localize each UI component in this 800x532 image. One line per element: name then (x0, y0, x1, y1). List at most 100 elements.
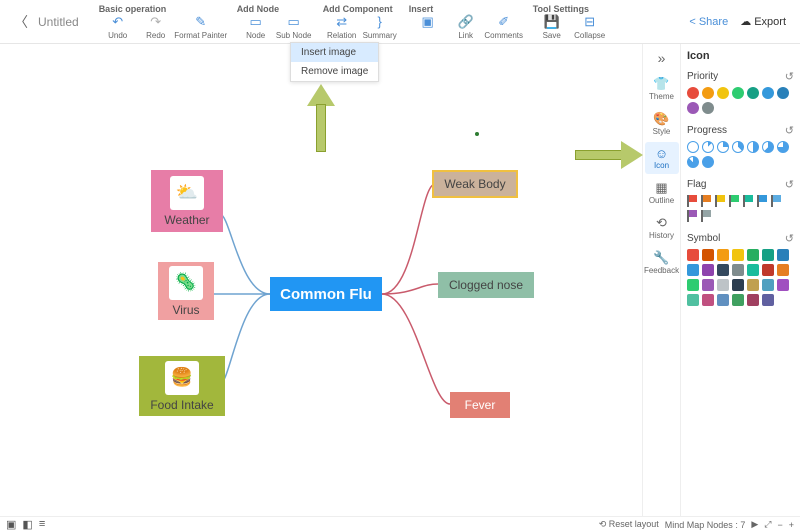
symbol-swatch[interactable] (717, 294, 729, 306)
node-virus[interactable]: 🦠 Virus (158, 262, 214, 320)
progress-swatch[interactable] (702, 141, 714, 153)
symbol-swatch[interactable] (747, 264, 759, 276)
symbol-swatch[interactable] (732, 279, 744, 291)
symbol-swatch[interactable] (687, 249, 699, 261)
priority-swatch[interactable] (747, 87, 759, 99)
mindmap-canvas[interactable]: Common Flu ⛅ Weather 🦠 Virus 🍔 Food Inta… (0, 44, 642, 516)
tab-feedback[interactable]: 🔧Feedback (645, 246, 679, 279)
symbol-swatch[interactable] (717, 264, 729, 276)
reset-symbol-button[interactable]: ↺ (785, 232, 794, 245)
tab-outline[interactable]: ▦Outline (645, 176, 679, 209)
reset-layout-button[interactable]: ⟲ Reset layout (599, 519, 659, 530)
flag-swatch[interactable] (687, 210, 698, 222)
priority-swatch[interactable] (732, 87, 744, 99)
progress-swatch[interactable] (702, 156, 714, 168)
main-area: Common Flu ⛅ Weather 🦠 Virus 🍔 Food Inta… (0, 44, 800, 516)
collapse-panel-button[interactable]: » (658, 50, 666, 66)
view-mode-2-button[interactable]: ◧ (22, 518, 32, 531)
menu-item-remove-image[interactable]: Remove image (291, 62, 378, 81)
progress-swatch[interactable] (732, 141, 744, 153)
priority-swatch[interactable] (702, 102, 714, 114)
symbol-swatch[interactable] (717, 249, 729, 261)
undo-button[interactable]: ↶Undo (99, 15, 137, 40)
symbol-swatch[interactable] (762, 294, 774, 306)
export-button[interactable]: ☁Export (734, 15, 792, 28)
redo-button[interactable]: ↷Redo (137, 15, 175, 40)
format-painter-button[interactable]: ✎Format Painter (175, 15, 227, 40)
flag-swatch[interactable] (757, 195, 768, 207)
summary-button[interactable]: }Summary (361, 15, 399, 40)
symbol-swatch[interactable] (747, 294, 759, 306)
tab-history[interactable]: ⟲History (645, 211, 679, 244)
back-button[interactable]: 〈 (8, 12, 34, 32)
flag-swatch[interactable] (687, 195, 698, 207)
symbol-swatch[interactable] (747, 279, 759, 291)
priority-swatch[interactable] (687, 102, 699, 114)
symbol-swatch[interactable] (687, 264, 699, 276)
tab-theme[interactable]: 👕Theme (645, 72, 679, 105)
node-food-intake[interactable]: 🍔 Food Intake (139, 356, 225, 416)
symbol-swatch[interactable] (687, 294, 699, 306)
priority-swatch[interactable] (687, 87, 699, 99)
symbol-swatch[interactable] (777, 264, 789, 276)
priority-swatch[interactable] (762, 87, 774, 99)
view-mode-1-button[interactable]: ▣ (6, 518, 16, 531)
insert-image-button[interactable]: ▣. (409, 15, 447, 40)
flag-swatch[interactable] (743, 195, 754, 207)
priority-swatch[interactable] (777, 87, 789, 99)
progress-swatch[interactable] (777, 141, 789, 153)
progress-swatch[interactable] (687, 156, 699, 168)
insert-link-button[interactable]: 🔗Link (447, 15, 485, 40)
zoom-fit-button[interactable]: ⤢ (764, 519, 771, 530)
view-mode-3-button[interactable]: ≡ (39, 518, 45, 531)
tab-style[interactable]: 🎨Style (645, 107, 679, 140)
flag-swatch[interactable] (701, 195, 712, 207)
add-node-button[interactable]: ▭Node (237, 15, 275, 40)
symbol-swatch[interactable] (732, 294, 744, 306)
flag-swatch[interactable] (729, 195, 740, 207)
add-subnode-button[interactable]: ▭Sub Node (275, 15, 313, 40)
reset-progress-button[interactable]: ↺ (785, 124, 794, 137)
reset-priority-button[interactable]: ↺ (785, 70, 794, 83)
menu-item-insert-image[interactable]: Insert image (291, 43, 378, 62)
save-button[interactable]: 💾Save (533, 15, 571, 40)
node-weak-body[interactable]: Weak Body (432, 170, 518, 198)
collapse-button[interactable]: ⊟Collapse (571, 15, 609, 40)
node-fever[interactable]: Fever (450, 392, 510, 418)
node-weather[interactable]: ⛅ Weather (151, 170, 223, 232)
symbol-swatch[interactable] (732, 249, 744, 261)
share-button[interactable]: <Share (683, 16, 734, 28)
progress-swatch[interactable] (762, 141, 774, 153)
presentation-button[interactable]: ▶ (751, 519, 758, 530)
progress-swatch[interactable] (687, 141, 699, 153)
flag-swatch[interactable] (701, 210, 712, 222)
node-clogged-nose[interactable]: Clogged nose (438, 272, 534, 298)
symbol-swatch[interactable] (702, 264, 714, 276)
relation-button[interactable]: ⇄Relation (323, 15, 361, 40)
symbol-swatch[interactable] (732, 264, 744, 276)
symbol-swatch[interactable] (762, 249, 774, 261)
symbol-swatch[interactable] (702, 294, 714, 306)
flag-swatch[interactable] (715, 195, 726, 207)
progress-swatch[interactable] (717, 141, 729, 153)
symbol-swatch[interactable] (762, 264, 774, 276)
symbol-swatch[interactable] (687, 279, 699, 291)
symbol-swatch[interactable] (702, 279, 714, 291)
symbol-swatch[interactable] (702, 249, 714, 261)
reset-flag-button[interactable]: ↺ (785, 178, 794, 191)
priority-swatch[interactable] (702, 87, 714, 99)
zoom-out-button[interactable]: − (777, 520, 782, 530)
node-center[interactable]: Common Flu (270, 277, 382, 311)
progress-swatch[interactable] (747, 141, 759, 153)
symbol-swatch[interactable] (747, 249, 759, 261)
priority-swatch[interactable] (717, 87, 729, 99)
flag-swatch[interactable] (771, 195, 782, 207)
symbol-swatch[interactable] (762, 279, 774, 291)
zoom-in-button[interactable]: + (789, 520, 794, 530)
symbol-swatch[interactable] (777, 279, 789, 291)
symbol-swatch[interactable] (777, 249, 789, 261)
tab-icon[interactable]: ☺Icon (645, 142, 679, 174)
document-title[interactable]: Untitled (34, 15, 89, 29)
symbol-swatch[interactable] (717, 279, 729, 291)
insert-comments-button[interactable]: ✐Comments (485, 15, 523, 40)
